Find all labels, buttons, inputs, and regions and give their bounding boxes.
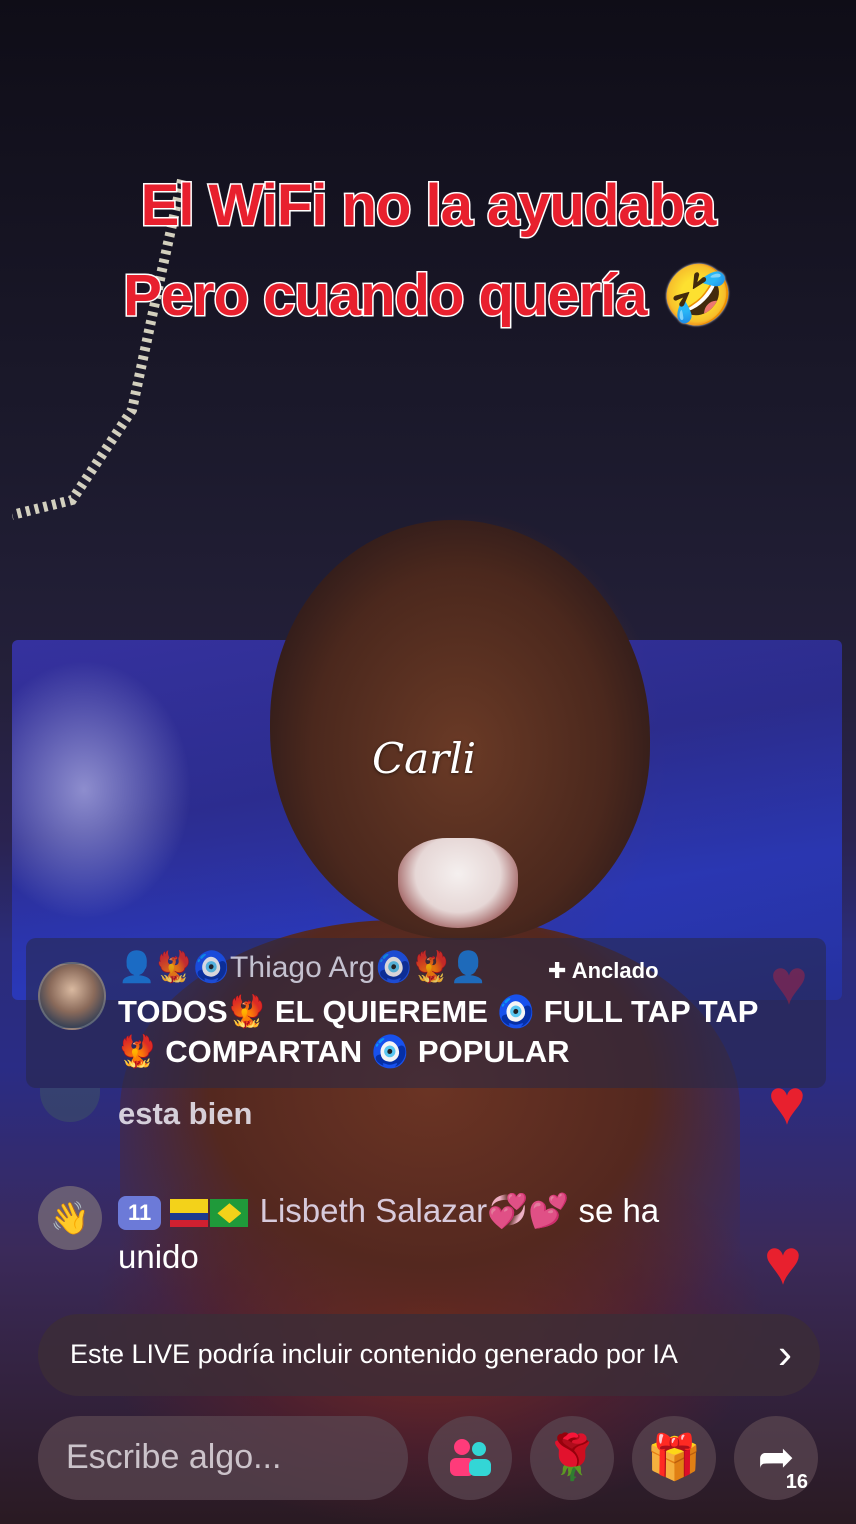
wave-icon[interactable]: 👋 — [38, 1186, 102, 1250]
heart-icon: ♥ — [770, 946, 808, 1018]
join-action: se ha — [578, 1192, 660, 1229]
caption-line-1: El WiFi no la ayudaba — [139, 172, 718, 240]
pinned-message: TODOS🐦‍🔥 EL QUIEREME 🧿 FULL TAP TAP 🐦‍🔥 … — [118, 994, 758, 1069]
chevron-right-icon[interactable]: › — [778, 1330, 792, 1378]
pinned-label-text: Anclado — [571, 958, 659, 983]
rose-icon: 🌹 — [544, 1433, 600, 1482]
join-action-2: unido — [118, 1238, 199, 1275]
laughing-emoji: 🤣 — [661, 263, 734, 328]
heart-icon: ♥ — [764, 1226, 802, 1298]
friends-button[interactable] — [428, 1416, 512, 1500]
brazil-flag-icon — [210, 1199, 249, 1228]
comment-input[interactable]: Escribe algo... — [38, 1416, 408, 1500]
pinned-username[interactable]: 👤🐦‍🔥🧿Thiago Arg🧿🐦‍🔥👤 — [118, 950, 487, 985]
gift-icon: 🎁 — [646, 1433, 702, 1482]
friends-icon — [450, 1439, 491, 1476]
pinned-label: ✚ Anclado — [548, 958, 659, 984]
colombia-flag-icon — [170, 1199, 209, 1228]
join-message: 11 Lisbeth Salazar💞💕 se ha unido — [118, 1188, 758, 1280]
heart-icon: ♥ — [768, 1066, 806, 1138]
pool-reflection — [12, 660, 192, 920]
watermark: Carli — [372, 734, 477, 783]
comment-input-placeholder: Escribe algo... — [66, 1438, 282, 1476]
caption-line-2-text: Pero cuando quería — [122, 262, 649, 330]
person-mouth — [398, 838, 518, 928]
share-count: 16 — [785, 1471, 808, 1493]
rose-button[interactable]: 🌹 — [530, 1416, 614, 1500]
pin-icon: ✚ — [548, 958, 567, 983]
ai-notice-text: Este LIVE podría incluir contenido gener… — [70, 1339, 678, 1369]
pinned-user-avatar[interactable] — [38, 962, 106, 1030]
join-username[interactable]: Lisbeth Salazar💞💕 — [260, 1192, 570, 1229]
gift-button[interactable]: 🎁 — [632, 1416, 716, 1500]
chat-message: esta bien — [118, 1096, 253, 1131]
level-badge: 11 — [118, 1196, 162, 1231]
caption-line-2: Pero cuando quería 🤣 — [0, 262, 856, 330]
ai-content-notice[interactable]: Este LIVE podría incluir contenido gener… — [38, 1314, 820, 1396]
share-button[interactable]: ➦ 16 — [734, 1416, 818, 1500]
